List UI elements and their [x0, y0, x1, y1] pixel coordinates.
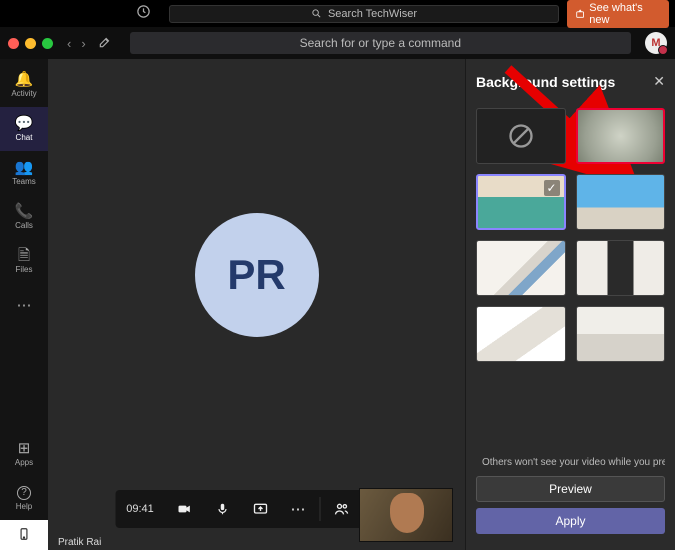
rail-apps[interactable]: ⊞ Apps — [0, 432, 48, 476]
profile-avatar[interactable]: M — [645, 32, 667, 54]
call-controls: 09:41 ⋯ — [115, 490, 398, 528]
more-icon: ⋯ — [17, 298, 32, 313]
history-icon[interactable] — [136, 4, 151, 24]
background-grid: ✓ — [476, 108, 665, 362]
whats-new-button[interactable]: See what's new — [567, 0, 669, 28]
compose-icon[interactable] — [94, 35, 116, 52]
nav-forward-icon[interactable]: › — [79, 36, 87, 51]
nav-back-icon[interactable]: ‹ — [65, 36, 73, 51]
bg-option-room2[interactable] — [476, 240, 566, 296]
minimize-window-icon[interactable] — [25, 38, 36, 49]
participants-button[interactable] — [322, 490, 360, 528]
check-icon: ✓ — [544, 180, 560, 196]
background-settings-panel: Background settings ✕ ✓ Others won't see… — [465, 59, 675, 550]
call-timer: 09:41 — [115, 490, 165, 528]
rail-calls[interactable]: 📞 Calls — [0, 195, 48, 239]
participant-name: Pratik Rai — [58, 537, 101, 548]
file-icon: 🗎 — [18, 248, 30, 263]
phone-icon: 📞 — [15, 204, 34, 219]
rail-help[interactable]: ? Help — [0, 476, 48, 520]
app-titlebar: ‹ › Search for or type a command M — [0, 27, 675, 59]
bg-option-sky[interactable] — [576, 174, 666, 230]
rail-device[interactable] — [0, 520, 48, 550]
rail-chat[interactable]: 💬 Chat — [0, 107, 48, 151]
browser-topbar: Search TechWiser See what's new — [0, 0, 675, 27]
mic-toggle[interactable] — [203, 490, 241, 528]
bg-option-blur[interactable] — [576, 108, 666, 164]
rail-activity[interactable]: 🔔 Activity — [0, 63, 48, 107]
bg-option-none[interactable] — [476, 108, 566, 164]
command-bar[interactable]: Search for or type a command — [130, 32, 631, 54]
camera-toggle[interactable] — [165, 490, 203, 528]
bg-option-room5[interactable] — [576, 306, 666, 362]
share-button[interactable] — [241, 490, 279, 528]
panel-title: Background settings — [476, 74, 615, 90]
apps-icon: ⊞ — [18, 441, 31, 456]
bg-option-room1[interactable]: ✓ — [476, 174, 566, 230]
browser-search-bar[interactable]: Search TechWiser — [169, 5, 559, 23]
rail-more[interactable]: ⋯ — [0, 283, 48, 327]
browser-search-text: Search TechWiser — [328, 8, 417, 20]
teams-icon: 👥 — [15, 160, 34, 175]
preview-button[interactable]: Preview — [476, 476, 665, 502]
window-controls[interactable] — [8, 38, 53, 49]
bell-icon: 🔔 — [15, 72, 34, 87]
bg-option-room4[interactable] — [476, 306, 566, 362]
help-icon: ? — [17, 486, 31, 500]
apply-button[interactable]: Apply — [476, 508, 665, 534]
left-rail: 🔔 Activity 💬 Chat 👥 Teams 📞 Calls 🗎 File… — [0, 59, 48, 550]
rail-files[interactable]: 🗎 Files — [0, 239, 48, 283]
device-icon — [17, 525, 31, 546]
bg-option-room3[interactable] — [576, 240, 666, 296]
self-video-thumbnail[interactable] — [359, 488, 453, 542]
rail-teams[interactable]: 👥 Teams — [0, 151, 48, 195]
meeting-stage: PR 09:41 ⋯ Pratik — [48, 59, 465, 550]
face-placeholder — [390, 493, 424, 533]
more-actions-button[interactable]: ⋯ — [279, 490, 317, 528]
maximize-window-icon[interactable] — [42, 38, 53, 49]
close-icon[interactable]: ✕ — [653, 73, 665, 90]
close-window-icon[interactable] — [8, 38, 19, 49]
chat-icon: 💬 — [15, 116, 34, 131]
participant-avatar: PR — [195, 213, 319, 337]
preview-info: Others won't see your video while you pr… — [476, 456, 665, 468]
